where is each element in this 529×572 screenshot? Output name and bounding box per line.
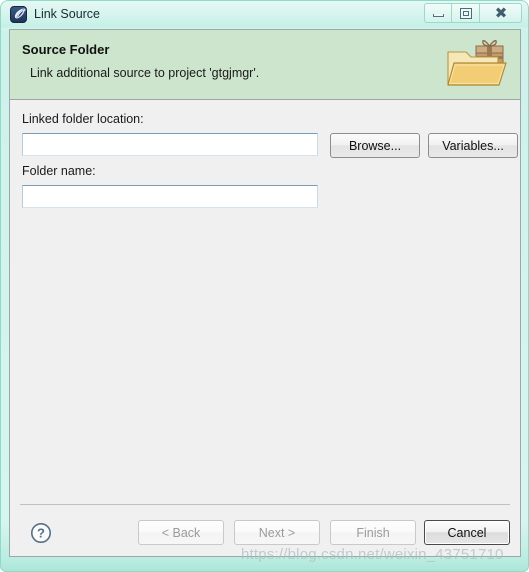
maximize-button[interactable] (452, 3, 480, 23)
variables-button[interactable]: Variables... (428, 133, 518, 158)
back-button[interactable]: < Back (138, 520, 224, 545)
dialog-client-area: Source Folder Link additional source to … (9, 29, 521, 557)
app-icon-glyph: 𝓞 (14, 7, 23, 22)
help-question-icon[interactable]: ? (30, 522, 52, 544)
title-bar[interactable]: 𝓞 Link Source ✖ (1, 1, 528, 29)
linked-folder-location-label: Linked folder location: (22, 112, 144, 126)
dialog-window: 𝓞 Link Source ✖ Source Folder Link addit… (0, 0, 529, 572)
folder-name-input[interactable] (22, 185, 318, 208)
next-button[interactable]: Next > (234, 520, 320, 545)
minimize-icon (425, 4, 451, 22)
footer-button-bar: ? < Back Next > Finish Cancel (10, 505, 520, 556)
close-button[interactable]: ✖ (480, 3, 522, 23)
window-title: Link Source (34, 7, 101, 21)
maximize-icon (452, 4, 479, 22)
banner-title: Source Folder (22, 42, 110, 57)
window-controls: ✖ (424, 3, 522, 24)
form-area: Linked folder location: Browse... Variab… (10, 100, 520, 556)
folder-name-label: Folder name: (22, 164, 96, 178)
browse-button[interactable]: Browse... (330, 133, 420, 158)
minimize-button[interactable] (424, 3, 452, 23)
eclipse-app-icon: 𝓞 (10, 6, 27, 23)
svg-text:?: ? (37, 526, 45, 541)
banner-description: Link additional source to project 'gtgjm… (30, 66, 260, 80)
wizard-banner: Source Folder Link additional source to … (10, 30, 520, 100)
cancel-button[interactable]: Cancel (424, 520, 510, 545)
linked-folder-location-input[interactable] (22, 133, 318, 156)
linked-folder-icon (447, 39, 507, 86)
finish-button[interactable]: Finish (330, 520, 416, 545)
close-icon: ✖ (494, 3, 508, 22)
